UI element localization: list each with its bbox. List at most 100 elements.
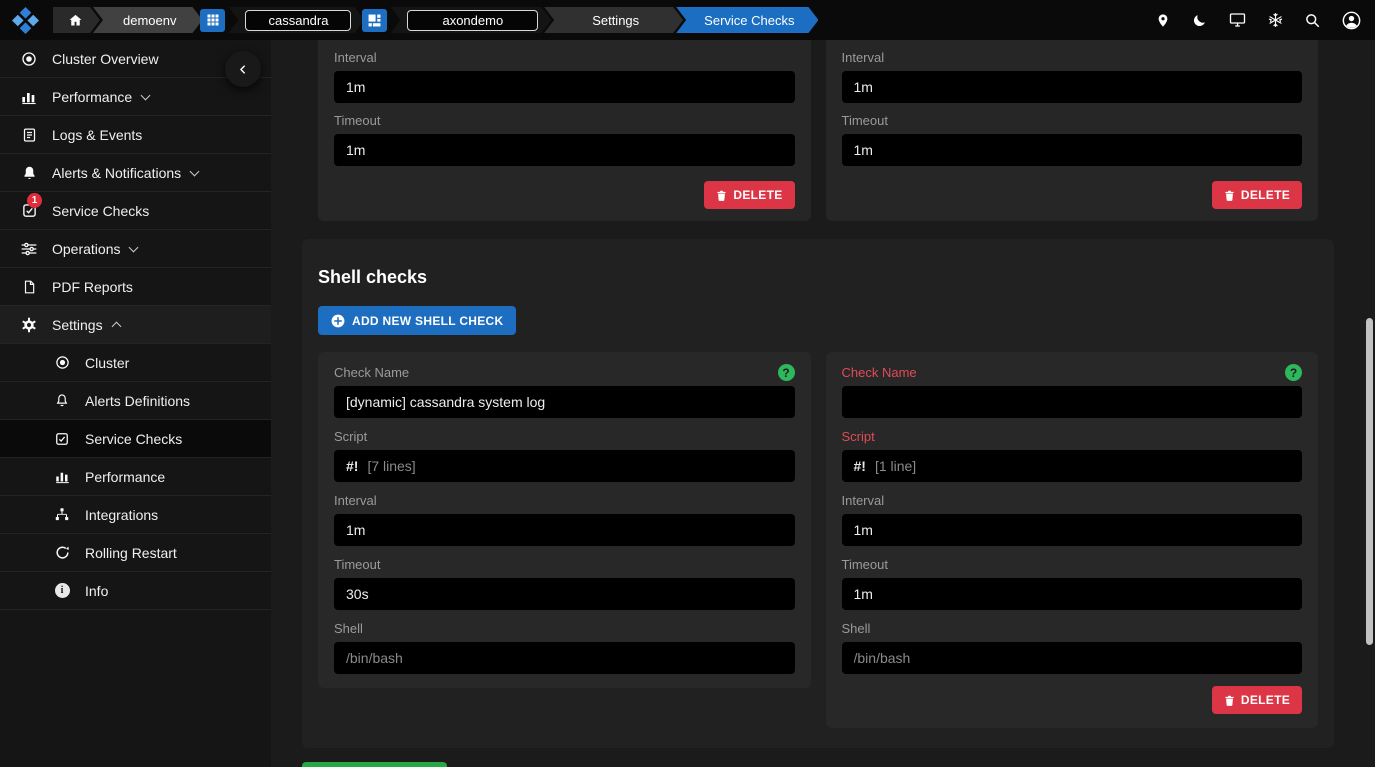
scrollbar[interactable]	[1364, 40, 1375, 767]
restart-arrow-icon	[52, 545, 72, 560]
submenu-item-label: Cluster	[85, 354, 130, 371]
sidebar-item-label: Logs & Events	[52, 126, 143, 143]
shell-label: Shell	[334, 621, 363, 636]
delete-button-label: DELETE	[1240, 188, 1290, 202]
cluster-type-pill[interactable]: cassandra	[245, 10, 351, 31]
interval-label: Interval	[841, 50, 885, 65]
script-line-count: [7 lines]	[367, 458, 416, 474]
shell-label: Shell	[841, 621, 871, 636]
add-shell-check-button[interactable]: ADD NEW SHELL CHECK	[318, 306, 517, 335]
help-icon[interactable]: ?	[1285, 364, 1302, 381]
timeout-input[interactable]	[334, 578, 795, 610]
check-name-label: Check Name	[334, 365, 410, 380]
help-icon[interactable]: ?	[777, 364, 795, 381]
delete-check-button[interactable]: DELETE	[1211, 686, 1302, 714]
script-label: Script	[334, 429, 368, 444]
breadcrumb-service-checks-label: Service Checks	[704, 12, 795, 28]
bell-icon	[52, 393, 72, 408]
sidebar-item-label: Service Checks	[52, 202, 150, 219]
interval-label: Interval	[841, 493, 885, 508]
axonops-logo[interactable]	[12, 6, 39, 34]
interval-input[interactable]	[841, 71, 1302, 103]
shell-input[interactable]	[841, 642, 1302, 674]
interval-label: Interval	[334, 493, 377, 508]
http-checks-row: Interval Timeout DELETE Interval Timeout	[271, 40, 1375, 221]
script-input[interactable]: #! [7 lines]	[334, 450, 795, 482]
sidebar-item-label: Cluster Overview	[52, 50, 159, 67]
sidebar-item-logs-events[interactable]: Logs & Events	[0, 116, 271, 154]
timeout-input[interactable]	[841, 134, 1302, 166]
check-name-label-error: Check Name	[841, 365, 917, 380]
submenu-item-rolling-restart[interactable]: Rolling Restart	[0, 534, 271, 572]
delete-button-label: DELETE	[1240, 693, 1290, 707]
interval-input[interactable]	[334, 71, 795, 103]
timeout-label: Timeout	[334, 113, 381, 128]
submenu-item-integrations[interactable]: Integrations	[0, 496, 271, 534]
script-input[interactable]: #! [1 line]	[841, 450, 1302, 482]
submenu-item-label: Rolling Restart	[85, 544, 177, 561]
sidebar-item-label: Alerts & Notifications	[52, 164, 182, 181]
breadcrumb: demoenv cassandra axondemo Settings Serv…	[53, 7, 818, 33]
chevron-left-icon	[240, 64, 245, 74]
dashboard-grid-icon[interactable]	[362, 8, 388, 32]
shell-input[interactable]	[334, 642, 795, 674]
interval-input[interactable]	[841, 514, 1302, 546]
interval-input[interactable]	[334, 514, 795, 546]
submenu-item-label: Info	[85, 582, 109, 599]
interval-label: Interval	[334, 50, 377, 65]
sidebar-item-alerts-notifications[interactable]: Alerts & Notifications	[0, 154, 271, 192]
user-avatar-icon[interactable]	[1342, 11, 1361, 30]
main-content: Interval Timeout DELETE Interval Timeout	[271, 40, 1375, 767]
home-icon	[68, 13, 83, 28]
sidebar-item-performance[interactable]: Performance	[0, 78, 271, 116]
shell-checks-row: Check Name ? Script #! [7 lines] Interva…	[318, 352, 1318, 728]
delete-check-button[interactable]: DELETE	[1211, 181, 1302, 209]
submenu-item-alerts-definitions[interactable]: Alerts Definitions	[0, 382, 271, 420]
sliders-icon	[17, 242, 41, 256]
check-name-input[interactable]	[334, 386, 795, 418]
chevron-up-icon	[111, 321, 122, 332]
info-glyph: i	[54, 583, 70, 598]
alert-count-badge: 1	[27, 193, 42, 208]
submenu-item-label: Performance	[85, 468, 166, 485]
save-changes-button[interactable]: SAVE CHANGES	[302, 762, 447, 767]
service-check-card: Interval Timeout DELETE	[825, 40, 1318, 221]
sidebar-item-operations[interactable]: Operations	[0, 230, 271, 268]
breadcrumb-settings[interactable]: Settings	[544, 7, 683, 33]
check-name-input[interactable]	[841, 386, 1302, 418]
scrollbar-thumb[interactable]	[1366, 318, 1373, 645]
dark-mode-moon-icon[interactable]	[1192, 13, 1207, 28]
sidebar-item-pdf-reports[interactable]: PDF Reports	[0, 268, 271, 306]
submenu-item-performance[interactable]: Performance	[0, 458, 271, 496]
timeout-input[interactable]	[334, 134, 795, 166]
bar-chart-icon	[17, 89, 41, 105]
topbar: demoenv cassandra axondemo Settings Serv…	[0, 0, 1375, 40]
search-icon[interactable]	[1305, 13, 1320, 28]
sidebar-item-service-checks[interactable]: 1 Service Checks	[0, 192, 271, 230]
location-pin-icon[interactable]	[1156, 12, 1170, 29]
sidebar-item-settings[interactable]: Settings	[0, 306, 271, 344]
submenu-item-label: Alerts Definitions	[85, 392, 191, 409]
apps-grid-icon[interactable]	[200, 8, 226, 32]
submenu-item-info[interactable]: i Info	[0, 572, 271, 610]
delete-check-button[interactable]: DELETE	[704, 181, 795, 209]
breadcrumb-settings-label: Settings	[592, 12, 640, 28]
gear-icon	[17, 317, 41, 333]
breadcrumb-home[interactable]	[53, 7, 100, 33]
sidebar-item-label: Operations	[52, 240, 121, 257]
submenu-item-cluster[interactable]: Cluster	[0, 344, 271, 382]
timeout-input[interactable]	[841, 578, 1302, 610]
submenu-item-label: Service Checks	[85, 430, 183, 447]
breadcrumb-cluster: axondemo	[390, 7, 551, 33]
info-icon: i	[52, 583, 72, 598]
monitor-icon[interactable]	[1229, 12, 1246, 28]
snowflake-icon[interactable]	[1268, 12, 1283, 28]
breadcrumb-service-checks[interactable]: Service Checks	[676, 7, 818, 33]
sidebar-collapse-button[interactable]	[225, 51, 261, 87]
submenu-item-service-checks[interactable]: Service Checks	[0, 420, 271, 458]
cluster-pill[interactable]: axondemo	[407, 10, 538, 31]
script-label-error: Script	[841, 429, 875, 444]
target-icon	[52, 355, 72, 370]
breadcrumb-environment[interactable]: demoenv	[93, 7, 202, 33]
check-square-icon	[52, 432, 72, 446]
